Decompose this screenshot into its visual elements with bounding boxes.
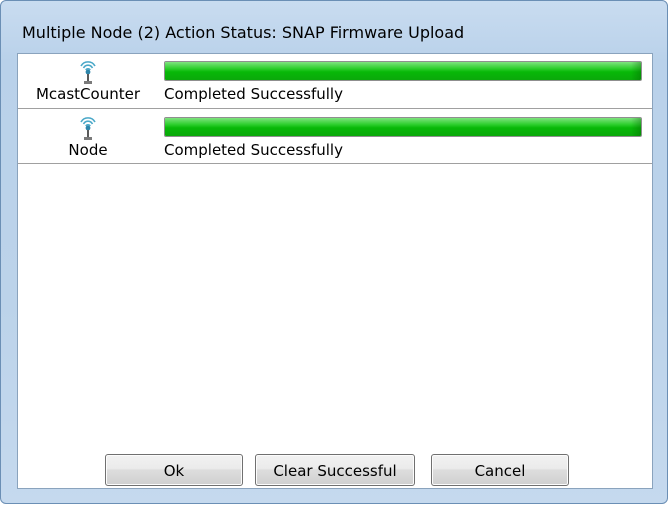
progress-bar [164, 117, 642, 137]
node-name-label: Node [68, 141, 108, 159]
node-cell: Node [18, 112, 158, 164]
progress-fill [165, 118, 641, 136]
wireless-node-icon [76, 114, 100, 142]
status-text: Completed Successfully [164, 85, 343, 103]
node-status-list: McastCounter Completed Successfully Node… [17, 53, 653, 489]
cancel-button[interactable]: Cancel [431, 454, 569, 486]
ok-button[interactable]: Ok [105, 454, 243, 486]
list-item[interactable]: Node Completed Successfully [18, 111, 652, 164]
progress-fill [165, 62, 641, 80]
title-bar[interactable]: Multiple Node (2) Action Status: SNAP Fi… [1, 1, 667, 53]
node-cell: McastCounter [18, 56, 158, 108]
button-bar: Ok Clear Successful Cancel [17, 445, 653, 493]
status-text: Completed Successfully [164, 141, 343, 159]
window-title: Multiple Node (2) Action Status: SNAP Fi… [22, 23, 465, 42]
action-status-dialog: Multiple Node (2) Action Status: SNAP Fi… [0, 0, 668, 504]
progress-bar [164, 61, 642, 81]
node-name-label: McastCounter [35, 85, 141, 103]
list-item[interactable]: McastCounter Completed Successfully [18, 56, 652, 109]
wireless-node-icon [76, 58, 100, 86]
clear-successful-button[interactable]: Clear Successful [255, 454, 415, 486]
